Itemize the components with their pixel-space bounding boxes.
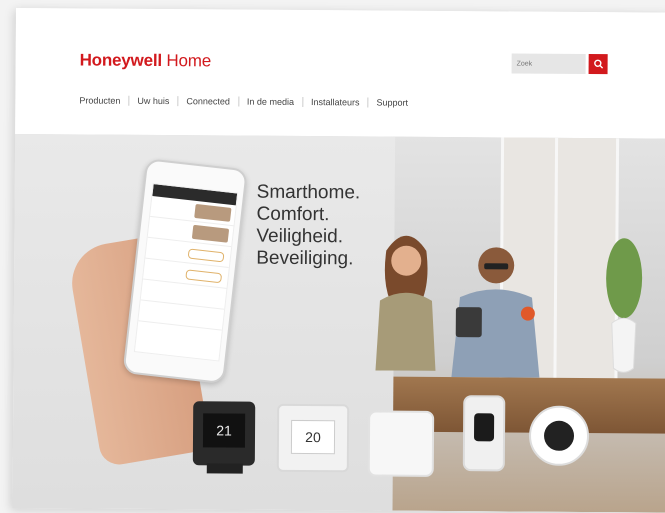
main-nav: Producten Uw huis Connected In de media …: [79, 95, 417, 108]
t6-display: 21: [202, 413, 246, 448]
camera-lens: [543, 420, 575, 451]
phone-app-thumbnail: [194, 203, 232, 222]
nav-item-producten[interactable]: Producten: [79, 95, 128, 105]
tagline-line-2: Comfort.: [256, 203, 330, 226]
woman-image: [375, 235, 436, 371]
hero-banner[interactable]: Smarthome. Comfort. Veiligheid. Beveilig…: [12, 133, 665, 513]
nav-item-support[interactable]: Support: [367, 97, 417, 108]
nav-item-uw-huis[interactable]: Uw huis: [128, 95, 178, 107]
site-header: Honeywell Home Producten Uw huis Connect…: [15, 8, 665, 139]
page-card: Honeywell Home Producten Uw huis Connect…: [12, 8, 665, 513]
nav-item-in-de-media[interactable]: In de media: [237, 96, 303, 107]
nav-item-connected[interactable]: Connected: [177, 96, 238, 107]
indoor-camera: [462, 395, 506, 472]
search-button[interactable]: [588, 53, 608, 75]
phone-app-control: [187, 248, 225, 263]
hub-device: [367, 410, 435, 477]
tagline-line-1: Smarthome.: [256, 181, 361, 204]
brand-logo-light: Home: [166, 51, 212, 71]
t4-display: 20: [290, 419, 336, 455]
search-icon: [593, 59, 603, 69]
hero-tagline: Smarthome. Comfort. Veiligheid. Beveilig…: [256, 182, 360, 271]
phone-app-thumbnail: [191, 224, 230, 243]
search-input[interactable]: [511, 53, 586, 74]
brand-logo-bold: Honeywell: [79, 50, 162, 71]
wifi-camera: [528, 405, 590, 467]
nav-item-installateurs[interactable]: Installateurs: [301, 96, 368, 108]
phone-app-control: [185, 269, 223, 284]
plant-image: [606, 238, 643, 373]
phone-screen: [133, 183, 239, 362]
brand-logo[interactable]: Honeywell Home: [80, 50, 212, 71]
tagline-line-4: Beveiliging.: [256, 247, 354, 270]
search-bar: [511, 53, 608, 75]
t6-stand: [206, 463, 243, 474]
camera-lens: [473, 413, 495, 442]
man-image: [451, 247, 540, 378]
t4-thermostat: 20: [276, 403, 350, 473]
tagline-line-3: Veiligheid.: [256, 225, 344, 248]
t6-thermostat: 21: [192, 401, 256, 474]
